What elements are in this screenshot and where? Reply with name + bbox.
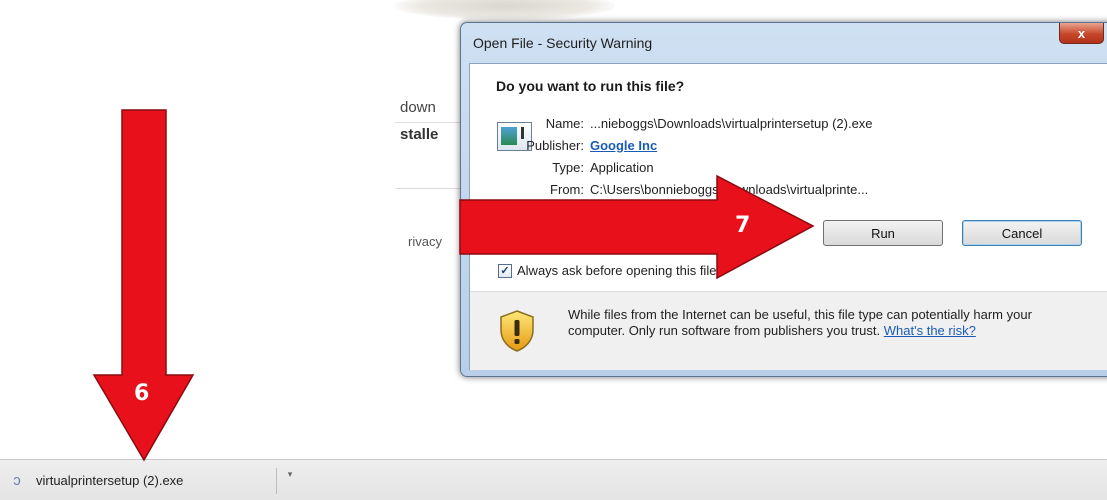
download-item[interactable]: ↄ virtualprintersetup (2).exe (0, 465, 270, 496)
always-ask-row[interactable]: ✓ Always ask before opening this file (498, 263, 716, 278)
step-7-number: 7 (735, 213, 751, 238)
step-6-number: 6 (134, 381, 150, 406)
warning-message: While files from the Internet can be use… (568, 307, 1068, 339)
type-label: Type: (552, 160, 584, 175)
publisher-link[interactable]: Google Inc (590, 138, 657, 153)
from-label: From: (550, 182, 584, 197)
installer-file-icon: ↄ (13, 472, 21, 489)
from-value: C:\Users\bonnieboggs\Downloads\virtualpr… (590, 182, 869, 197)
background-link-privacy[interactable]: rivacy (408, 234, 442, 249)
dialog-title-bar[interactable]: Open File - Security Warning x (461, 23, 1107, 63)
download-item-divider (276, 468, 277, 494)
step-6-arrow (92, 109, 195, 462)
always-ask-checkbox[interactable]: ✓ (498, 263, 512, 278)
name-label: Name: (545, 116, 584, 131)
name-value: ...nieboggs\Downloads\virtualprintersetu… (590, 116, 873, 131)
download-file-name: virtualprintersetup (2).exe (36, 473, 184, 488)
whats-the-risk-link[interactable]: What's the risk? (884, 323, 976, 338)
download-bar: ↄ virtualprintersetup (2).exe ▾ (0, 459, 1107, 500)
screenshot-stage: down stalle rivacy Open File - Security … (0, 0, 1107, 500)
type-value: Application (590, 160, 654, 175)
publisher-label: Publisher: (526, 138, 584, 153)
background-text-installed: stalle (400, 126, 439, 143)
background-text-downloads: down (400, 99, 436, 116)
run-button[interactable]: Run (823, 220, 943, 246)
warning-panel: While files from the Internet can be use… (470, 291, 1107, 370)
cancel-button[interactable]: Cancel (962, 220, 1082, 246)
always-ask-label: Always ask before opening this file (517, 263, 717, 278)
background-decoration (395, 0, 615, 20)
close-button[interactable]: x (1059, 23, 1104, 44)
close-icon: x (1077, 25, 1086, 41)
shield-warning-icon (500, 310, 534, 352)
dialog-heading: Do you want to run this file? (496, 78, 685, 94)
dropdown-arrow-icon: ▾ (287, 469, 293, 479)
download-options-button[interactable]: ▾ (283, 469, 297, 491)
security-warning-dialog: Open File - Security Warning x Do you wa… (460, 22, 1107, 377)
dialog-title: Open File - Security Warning (473, 35, 653, 51)
dialog-content: Do you want to run this file? Name: ...n… (469, 63, 1107, 370)
